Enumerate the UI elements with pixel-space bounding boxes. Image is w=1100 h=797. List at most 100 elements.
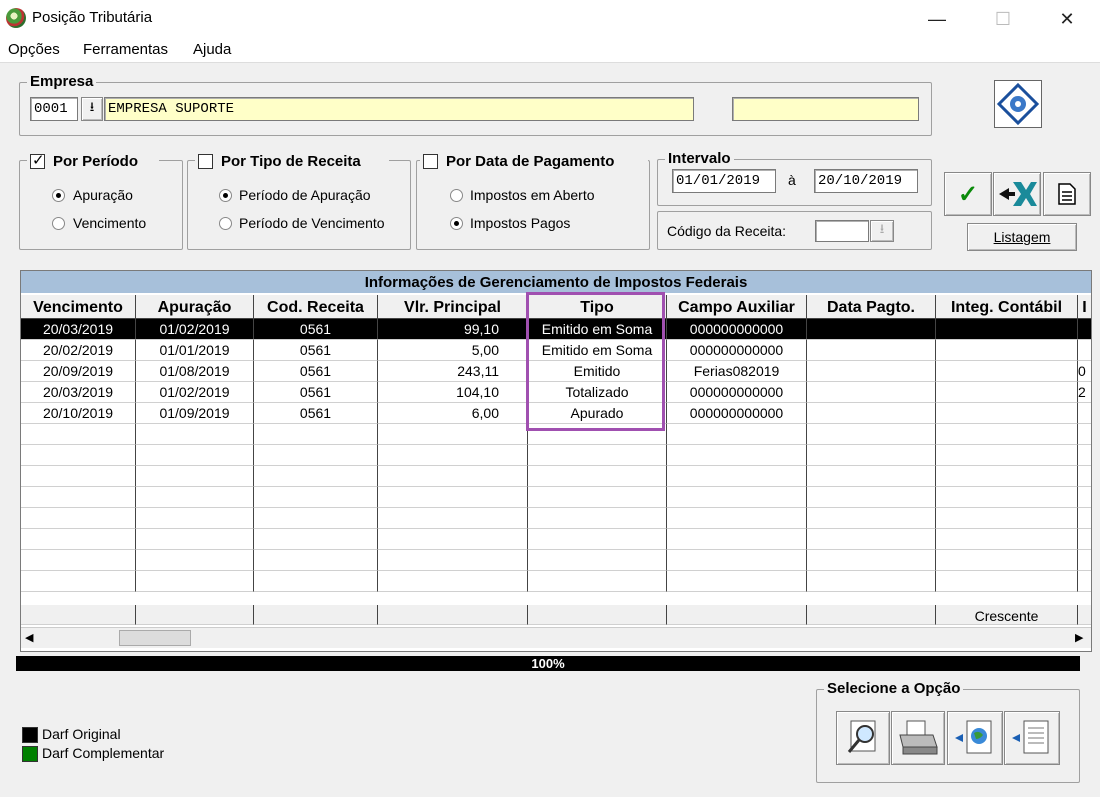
report-button[interactable] [1043,172,1091,216]
cell-integ-contabil [936,508,1078,529]
col-apuracao[interactable]: Apuração [136,295,254,319]
col-integ-contabil[interactable]: Integ. Contábil [936,295,1078,319]
cell-campo-auxiliar: 000000000000 [667,340,807,361]
cell-extra [1078,529,1091,550]
listagem-button[interactable]: Listagem [967,223,1077,251]
cell-campo-auxiliar [667,445,807,466]
download-arrow-icon: ⭳ [879,221,885,236]
cell-tipo [528,529,667,550]
cell-campo-auxiliar [667,424,807,445]
radio-impostos-aberto[interactable] [450,189,463,202]
cell-integ-contabil [936,550,1078,571]
cell-apuracao [136,529,254,550]
minimize-button[interactable]: — [914,6,960,32]
menu-ajuda[interactable]: Ajuda [193,41,231,58]
menu-ferramentas[interactable]: Ferramentas [83,41,168,58]
cell-tipo [528,445,667,466]
cell-campo-auxiliar [667,529,807,550]
cell-extra [1078,487,1091,508]
export-excel-button[interactable] [993,172,1041,216]
cell-apuracao: 01/09/2019 [136,403,254,424]
cell-extra [1078,550,1091,571]
cell-integ-contabil [936,466,1078,487]
cell-data-pagto [807,424,936,445]
cell-extra [1078,319,1091,340]
cell-data-pagto [807,466,936,487]
cell-vencimento [21,508,136,529]
table-row-empty[interactable] [21,529,1091,550]
radio-periodo-vencimento[interactable] [219,217,232,230]
cell-data-pagto [807,361,936,382]
empresa-code-input[interactable]: 0001 [30,97,78,121]
cell-tipo [528,508,667,529]
cell-integ-contabil [936,571,1078,592]
logo-icon [996,82,1040,126]
cell-extra [1078,403,1091,424]
cell-vlr-principal [378,424,528,445]
cell-data-pagto [807,445,936,466]
empresa-name-field[interactable]: EMPRESA SUPORTE [104,97,694,121]
cell-vlr-principal [378,571,528,592]
table-row-empty[interactable] [21,550,1091,571]
radio-impostos-pagos[interactable] [450,217,463,230]
table-row-empty[interactable] [21,487,1091,508]
scroll-left-icon[interactable]: ◀ [25,631,33,644]
export-document-icon [1012,720,1049,754]
por-periodo-label: Por Período [53,153,139,170]
col-vencimento[interactable]: Vencimento [21,295,136,319]
radio-periodo-apuracao-label: Período de Apuração [239,187,371,203]
intervalo-end-input[interactable]: 20/10/2019 [814,169,918,193]
col-vlr-principal[interactable]: Vlr. Principal [378,295,528,319]
radio-apuracao[interactable] [52,189,65,202]
empresa-extra-field[interactable] [732,97,919,121]
cell-vlr-principal: 104,10 [378,382,528,403]
confirm-button[interactable]: ✓ [944,172,992,216]
cell-vencimento [21,529,136,550]
radio-vencimento-label: Vencimento [73,215,147,231]
col-data-pagto[interactable]: Data Pagto. [807,295,936,319]
export-file-button[interactable] [1004,711,1060,765]
maximize-button[interactable]: ☐ [980,6,1026,32]
radio-vencimento[interactable] [52,217,65,230]
scrollbar-thumb[interactable] [119,630,191,646]
intervalo-legend: Intervalo [665,150,734,167]
cell-data-pagto [807,340,936,361]
col-campo-auxiliar[interactable]: Campo Auxiliar [667,295,807,319]
cell-integ-contabil [936,529,1078,550]
col-extra[interactable]: I [1078,295,1091,319]
checkmark-icon: ✓ [957,180,979,208]
export-web-button[interactable] [947,711,1003,765]
magnifier-icon [847,720,876,753]
codigo-receita-input[interactable] [815,220,869,242]
table-row-empty[interactable] [21,571,1091,592]
por-data-checkbox[interactable] [423,154,438,169]
menu-opcoes[interactable]: Opções [8,41,60,58]
sort-order-label[interactable]: Crescente [936,605,1078,625]
cell-apuracao [136,508,254,529]
horizontal-scrollbar[interactable]: ◀ ▶ [21,627,1091,648]
preview-button[interactable] [836,711,890,765]
print-button[interactable] [891,711,945,765]
por-periodo-checkbox[interactable]: ✓ [30,152,45,169]
cell-data-pagto [807,508,936,529]
table-row-empty[interactable] [21,466,1091,487]
radio-periodo-apuracao[interactable] [219,189,232,202]
scroll-right-icon[interactable]: ▶ [1075,631,1083,644]
table-row-empty[interactable] [21,445,1091,466]
cell-cod-receita [254,445,378,466]
close-button[interactable]: ✕ [1044,6,1090,32]
cell-data-pagto [807,382,936,403]
cell-campo-auxiliar [667,487,807,508]
por-tipo-checkbox[interactable] [198,154,213,169]
intervalo-start-input[interactable]: 01/01/2019 [672,169,776,193]
cell-campo-auxiliar: Ferias082019 [667,361,807,382]
cell-extra: 0 [1078,361,1091,382]
table-row-empty[interactable] [21,508,1091,529]
empresa-lookup-button[interactable]: ⭳ [81,97,103,121]
cell-campo-auxiliar: 000000000000 [667,319,807,340]
col-cod-receita[interactable]: Cod. Receita [254,295,378,319]
cell-campo-auxiliar: 000000000000 [667,403,807,424]
codigo-receita-lookup-button[interactable]: ⭳ [870,220,894,242]
cell-vlr-principal: 243,11 [378,361,528,382]
cell-campo-auxiliar [667,550,807,571]
